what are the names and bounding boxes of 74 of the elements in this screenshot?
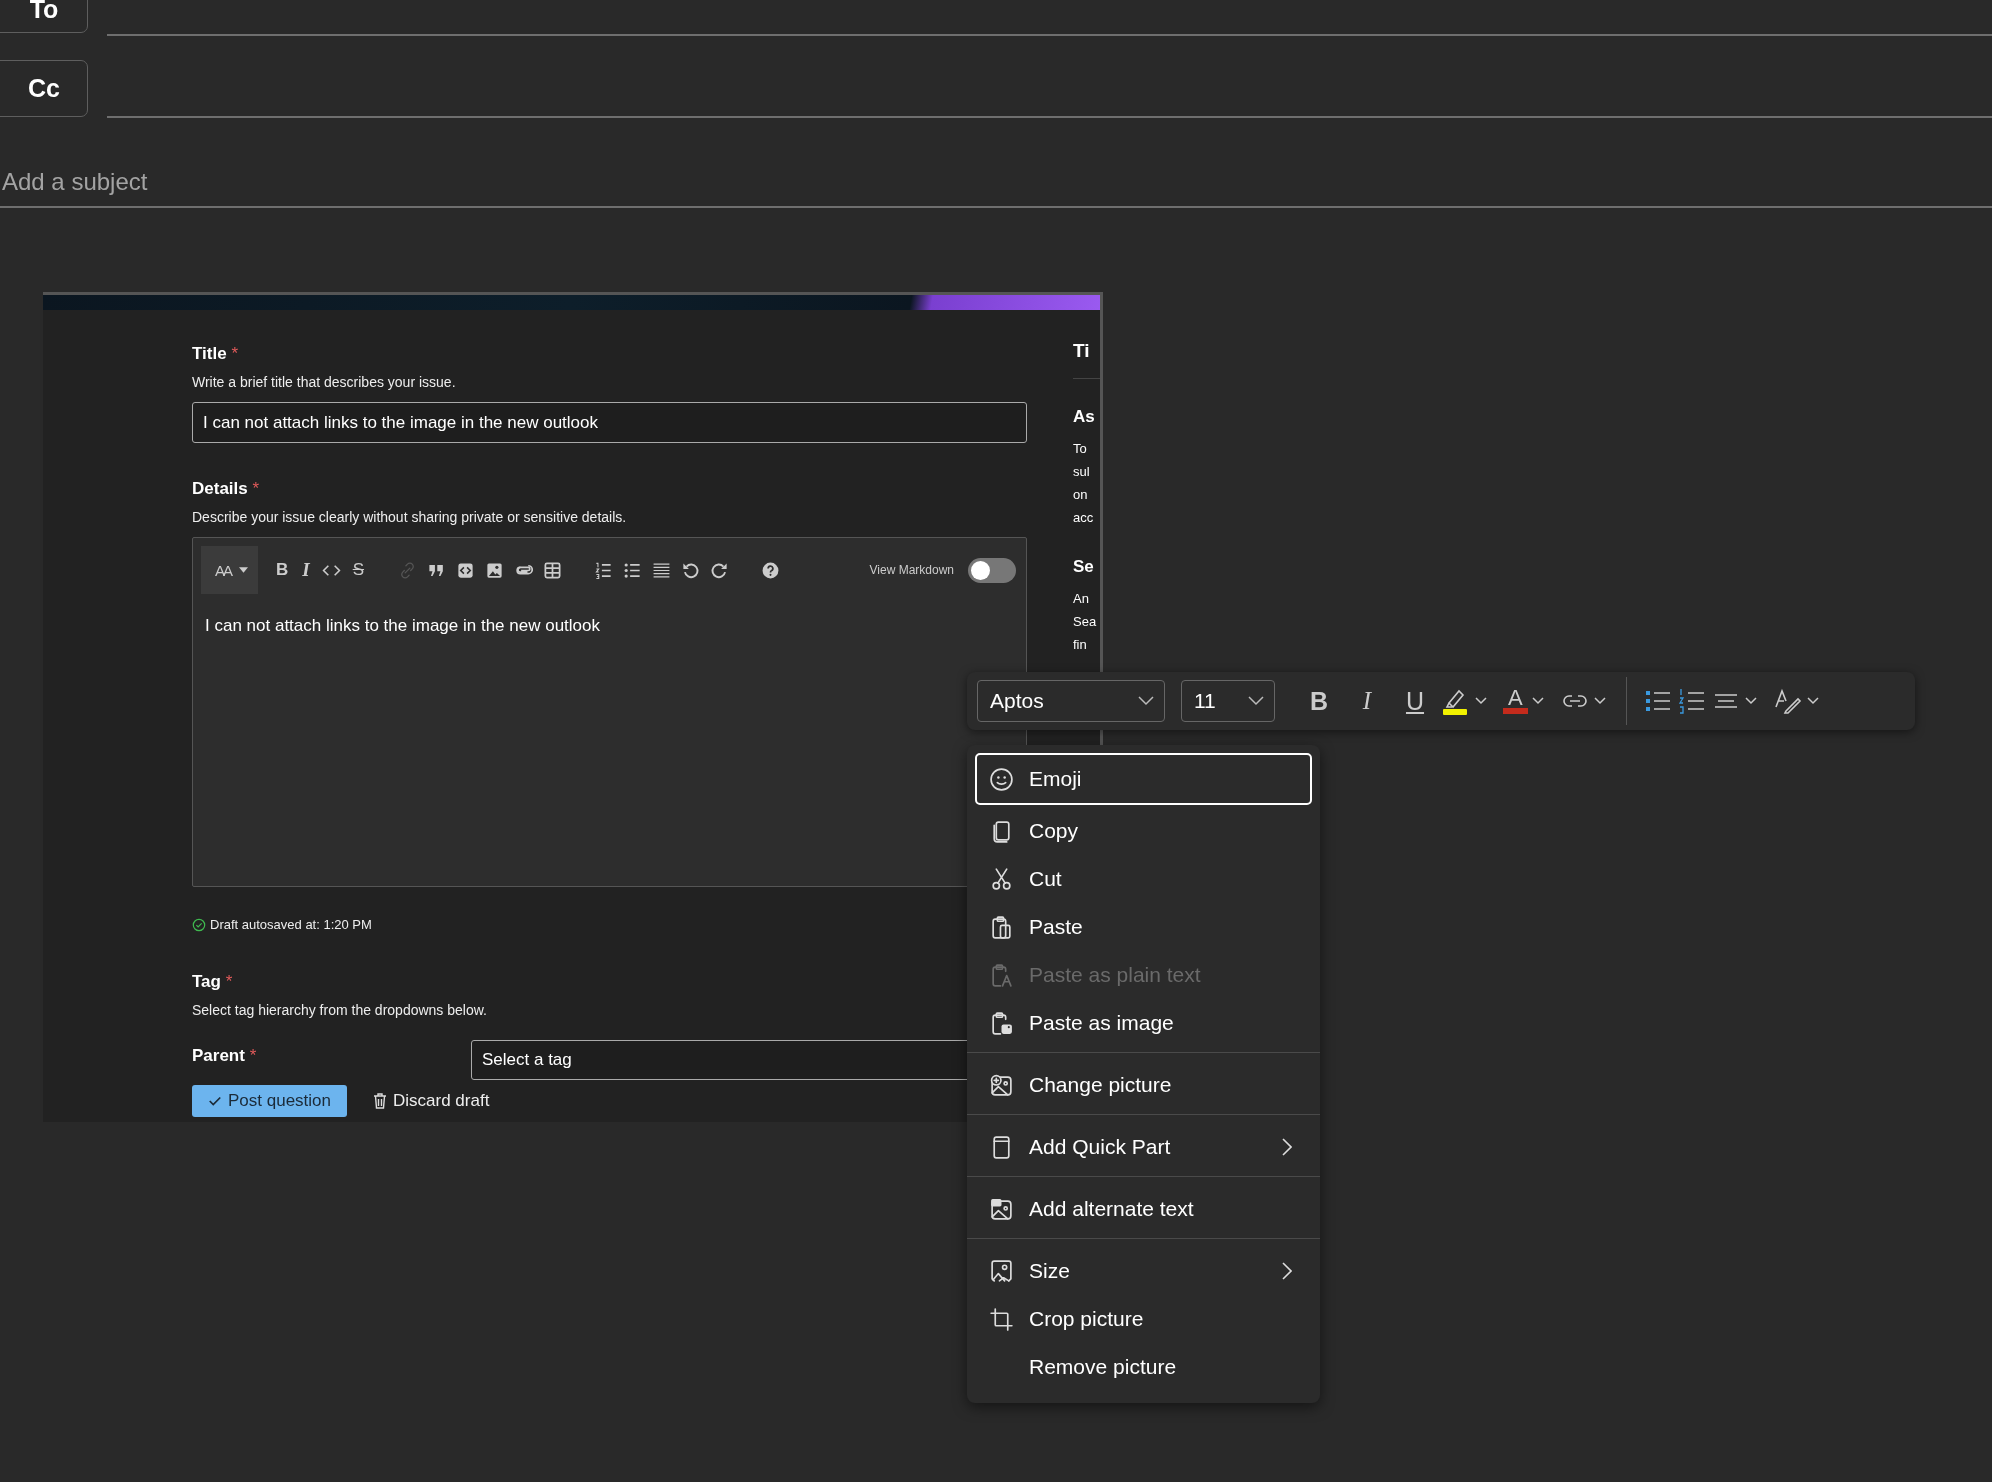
- scissors-icon: [989, 866, 1014, 892]
- numbered-list-icon[interactable]: [594, 560, 614, 580]
- strikethrough-button[interactable]: S: [350, 560, 367, 580]
- crop-icon: [989, 1306, 1014, 1332]
- chevron-down-icon[interactable]: [1475, 697, 1487, 705]
- numbered-list-icon[interactable]: [1676, 687, 1707, 715]
- italic-button[interactable]: I: [1345, 687, 1389, 715]
- menu-item[interactable]: Add alternate text: [975, 1185, 1312, 1233]
- sidebar-heading: As: [1073, 407, 1096, 427]
- styles-icon[interactable]: [1772, 687, 1803, 715]
- undo-icon[interactable]: [681, 560, 701, 580]
- menu-item[interactable]: Crop picture: [975, 1295, 1312, 1343]
- redo-icon[interactable]: [710, 560, 730, 580]
- sidebar-text: fin: [1073, 636, 1088, 654]
- sidebar-heading: Ti: [1073, 340, 1091, 362]
- bullet-list-icon[interactable]: [623, 560, 643, 580]
- image-frame-icon: [989, 1258, 1014, 1284]
- chevron-down-icon[interactable]: [1593, 697, 1606, 705]
- menu-item[interactable]: Add Quick Part: [975, 1123, 1312, 1171]
- chevron-down-icon[interactable]: [1806, 697, 1819, 705]
- view-markdown-label: View Markdown: [869, 563, 954, 577]
- bold-button[interactable]: B: [274, 560, 291, 580]
- title-hint: Write a brief title that describes your issue.: [192, 374, 457, 390]
- clipboard-icon: [989, 914, 1014, 940]
- sidebar-heading: Se: [1073, 557, 1095, 577]
- tag-label: Tag *: [192, 972, 233, 992]
- trash-icon: [373, 1093, 387, 1109]
- parent-label: Parent *: [192, 1045, 258, 1066]
- tag-hint: Select tag hierarchy from the dropdowns below.: [192, 1002, 488, 1018]
- subject-field[interactable]: Add a subject: [0, 118, 1992, 208]
- text-size-button[interactable]: AA: [201, 546, 258, 594]
- table-icon[interactable]: [543, 560, 563, 580]
- chevron-down-icon[interactable]: [1531, 697, 1544, 705]
- font-dropdown[interactable]: Aptos: [977, 680, 1165, 722]
- to-button[interactable]: To: [0, 0, 88, 33]
- chevron-down-icon[interactable]: [1744, 697, 1757, 705]
- sidebar-text: on: [1073, 486, 1089, 504]
- chevron-down-icon: [1248, 696, 1264, 706]
- title-label: Title *: [192, 344, 238, 364]
- discard-draft-button[interactable]: Discard draft: [367, 1085, 496, 1117]
- menu-item[interactable]: Remove picture: [975, 1343, 1312, 1391]
- menu-item[interactable]: Size: [975, 1247, 1312, 1295]
- clipboard-image-icon: [989, 1010, 1014, 1036]
- caret-icon: [239, 567, 248, 573]
- sidebar-text: To: [1073, 440, 1088, 458]
- sidebar-text: sul: [1073, 463, 1091, 481]
- image-add-icon: [989, 1072, 1014, 1098]
- code-block-icon[interactable]: [456, 560, 476, 580]
- view-markdown-toggle[interactable]: [968, 557, 1016, 583]
- details-hint: Describe your issue clearly without sharing private or sensitive details.: [192, 509, 628, 525]
- font-size-dropdown[interactable]: 11: [1181, 680, 1275, 722]
- title-field[interactable]: I can not attach links to the image in the new outlook: [192, 402, 1027, 443]
- post-question-button[interactable]: Post question: [192, 1085, 347, 1117]
- sidebar-text: An: [1073, 590, 1090, 608]
- check-circle-icon: [192, 917, 206, 932]
- check-icon: [208, 1094, 222, 1108]
- smiley-icon: [989, 766, 1014, 792]
- underline-button[interactable]: U: [1393, 686, 1437, 716]
- italic-button[interactable]: I: [300, 559, 312, 581]
- details-text: I can not attach links to the image in the new outlook: [205, 616, 602, 636]
- image-icon[interactable]: [485, 560, 505, 580]
- sidebar-text: acc: [1073, 509, 1095, 527]
- chevron-down-icon: [1138, 696, 1154, 706]
- font-color-button[interactable]: A: [1503, 688, 1528, 714]
- details-label: Details *: [192, 479, 260, 499]
- menu-item[interactable]: Paste: [975, 903, 1312, 951]
- image-text-icon: [989, 1196, 1014, 1222]
- bold-button[interactable]: B: [1297, 686, 1341, 716]
- menu-item[interactable]: Emoji: [975, 753, 1312, 805]
- help-icon[interactable]: [761, 560, 781, 580]
- cc-button[interactable]: Cc: [0, 60, 88, 117]
- sidebar-text: Sea: [1073, 613, 1098, 631]
- clipboard-text-icon: [989, 962, 1014, 988]
- autosave-status: Draft autosaved at: 1:20 PM: [210, 917, 372, 932]
